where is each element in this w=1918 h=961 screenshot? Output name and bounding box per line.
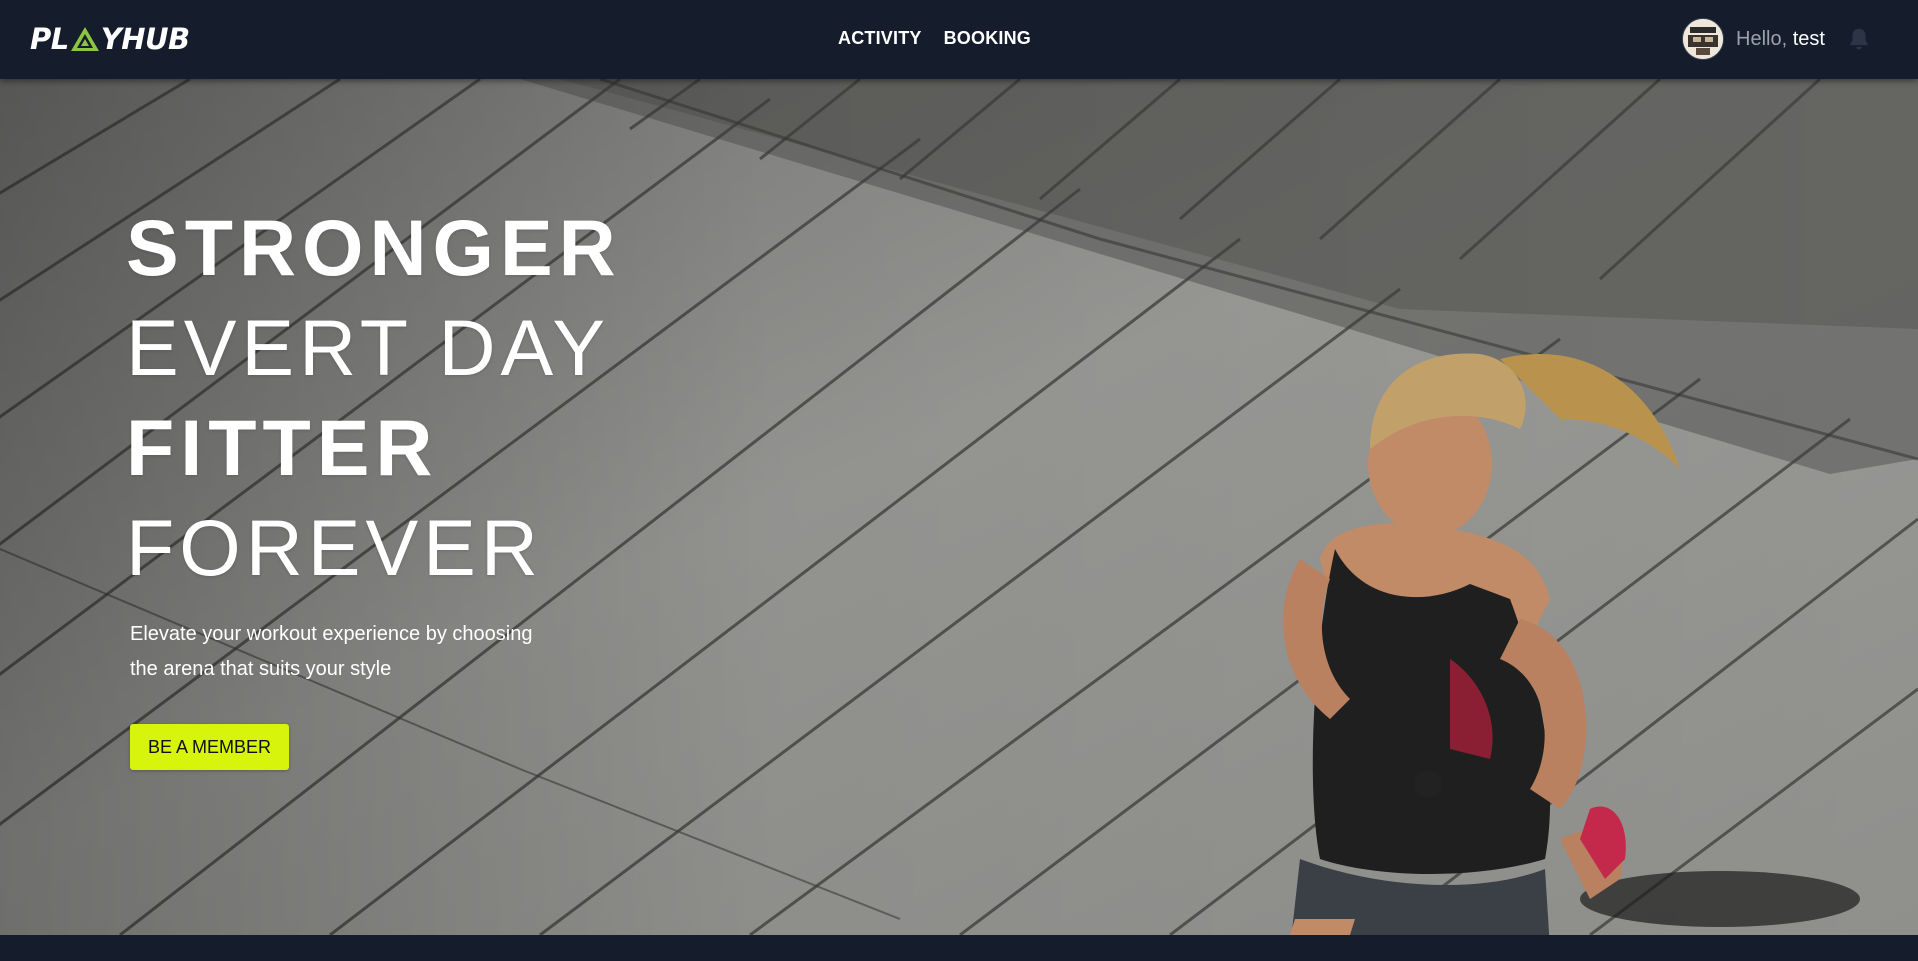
footer-strip xyxy=(0,935,1918,961)
hero-subtitle: Elevate your workout experience by choos… xyxy=(130,617,590,687)
greeting-prefix: Hello, xyxy=(1736,27,1788,50)
logo-triangle-icon xyxy=(70,27,99,51)
hero-section: STRONGER EVERT DAY FITTER FOREVER Elevat… xyxy=(0,79,1918,935)
headline-line-4: FOREVER xyxy=(126,503,543,592)
hero-subtitle-line-1: Elevate your workout experience by choos… xyxy=(130,623,533,645)
playhub-logo[interactable]: PL YHUB xyxy=(30,18,190,60)
page: PL YHUB ACTIVITY BOOKING Hello, test STR… xyxy=(0,0,1918,961)
avatar-image xyxy=(1683,19,1723,59)
avatar[interactable] xyxy=(1682,18,1724,60)
headline-line-2: EVERT DAY xyxy=(126,303,611,392)
hero-headline: STRONGER EVERT DAY FITTER FOREVER xyxy=(126,198,622,598)
nav-booking-link[interactable]: BOOKING xyxy=(944,28,1031,49)
be-a-member-button[interactable]: BE A MEMBER xyxy=(130,724,289,770)
headline-line-3: FITTER xyxy=(126,403,439,492)
logo-text-prefix: PL xyxy=(30,22,69,56)
bell-icon[interactable] xyxy=(1846,26,1872,52)
user-greeting: Hello, test xyxy=(1736,28,1825,51)
user-menu[interactable]: Hello, test xyxy=(1682,18,1825,60)
top-navbar: PL YHUB ACTIVITY BOOKING Hello, test xyxy=(0,0,1918,79)
headline-line-1: STRONGER xyxy=(126,203,622,292)
nav-activity-link[interactable]: ACTIVITY xyxy=(838,28,922,49)
logo-text-suffix: YHUB xyxy=(100,22,190,56)
main-nav: ACTIVITY BOOKING xyxy=(838,28,1031,49)
hero-subtitle-line-2: the arena that suits your style xyxy=(130,658,392,680)
username: test xyxy=(1792,27,1825,50)
